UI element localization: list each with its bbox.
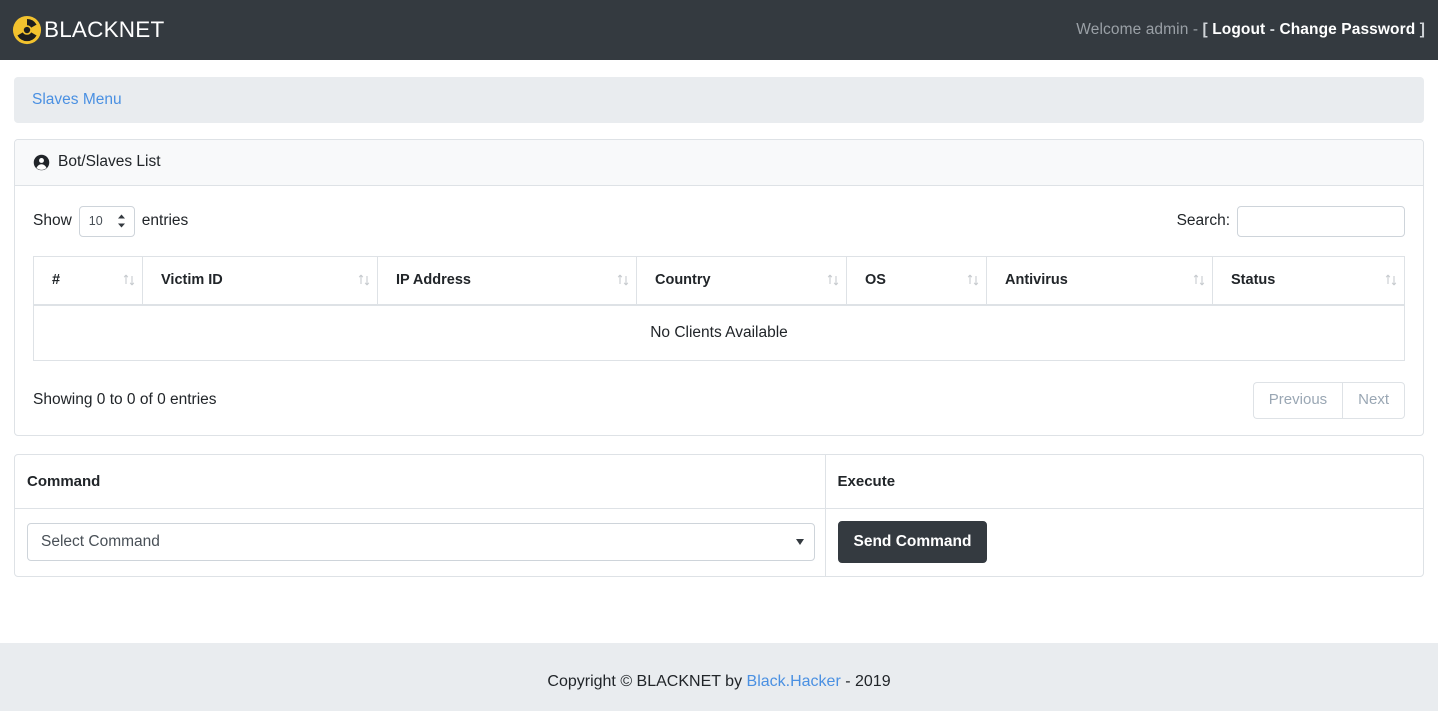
change-password-link[interactable]: Change Password — [1279, 21, 1415, 38]
sort-icon — [123, 273, 135, 287]
breadcrumb: Slaves Menu — [14, 77, 1424, 123]
column-label: IP Address — [396, 272, 471, 289]
pagination-next-button[interactable]: Next — [1342, 381, 1405, 419]
entries-length-value: 10 — [88, 214, 103, 228]
welcome-text: Welcome admin — [1076, 21, 1189, 38]
entries-length-select[interactable]: 10 — [78, 205, 135, 237]
command-select-cell: Select Command — [15, 508, 826, 577]
entries-label: entries — [141, 212, 189, 229]
command-card: Command Execute Select Command Send Comm… — [14, 453, 1424, 578]
bot-slaves-card: Bot/Slaves List Show 10 entries Search: … — [14, 139, 1424, 436]
execute-column-header: Execute — [825, 454, 1423, 509]
column-label: OS — [865, 272, 886, 289]
chevron-down-icon — [796, 539, 804, 546]
footer-copyright-text: Copyright © BLACKNET by — [547, 672, 743, 690]
updown-chevron-icon — [117, 214, 126, 229]
column-label: # — [52, 272, 61, 289]
sort-icon — [967, 273, 979, 287]
sort-icon — [827, 273, 839, 287]
column-header-antivirus[interactable]: Antivirus — [986, 256, 1213, 306]
command-column-header: Command — [15, 454, 826, 509]
brand-logo-link[interactable]: BLACKNET — [12, 15, 164, 45]
bot-slaves-card-header: Bot/Slaves List — [15, 140, 1423, 186]
datatable-info: Showing 0 to 0 of 0 entries — [33, 391, 217, 408]
entries-length-control: Show 10 entries — [33, 205, 189, 237]
navbar-user-area: Welcome admin - [ Logout - Change Passwo… — [1076, 21, 1425, 39]
column-label: Country — [655, 272, 711, 289]
command-table-head: Command Execute — [15, 454, 1423, 509]
command-select-value: Select Command — [41, 533, 160, 551]
user-circle-icon — [33, 154, 50, 171]
search-label: Search: — [1176, 212, 1230, 229]
command-table: Command Execute Select Command Send Comm… — [15, 454, 1423, 577]
sort-icon — [1385, 273, 1397, 287]
column-header-os[interactable]: OS — [846, 256, 987, 306]
show-label: Show — [33, 212, 72, 229]
datatable-footer: Showing 0 to 0 of 0 entries Previous Nex… — [33, 381, 1405, 419]
top-navbar: BLACKNET Welcome admin - [ Logout - Chan… — [0, 0, 1438, 60]
search-control: Search: — [1176, 205, 1405, 237]
bot-slaves-table: # Victim ID IP Address Country OS Antivi… — [33, 256, 1405, 361]
nav-inner-dash: - — [1269, 21, 1276, 38]
execute-cell: Send Command — [825, 509, 1423, 577]
sort-icon — [358, 273, 370, 287]
column-header-index[interactable]: # — [33, 256, 143, 306]
breadcrumb-item-slaves-menu[interactable]: Slaves Menu — [32, 91, 122, 109]
sort-icon — [1193, 273, 1205, 287]
table-body: No Clients Available — [33, 304, 1405, 361]
column-header-country[interactable]: Country — [636, 256, 847, 306]
footer-year: - 2019 — [845, 672, 891, 690]
command-header-row: Command Execute — [15, 454, 1423, 509]
nav-bracket-close: ] — [1419, 21, 1425, 38]
column-label: Victim ID — [161, 272, 223, 289]
column-header-status[interactable]: Status — [1212, 256, 1405, 306]
command-select[interactable]: Select Command — [27, 523, 815, 562]
page-footer: Copyright © BLACKNET by Black.Hacker - 2… — [0, 643, 1438, 711]
footer-spacer — [0, 577, 1438, 644]
nav-dash: - — [1192, 21, 1199, 38]
datatable-controls: Show 10 entries Search: — [33, 200, 1405, 242]
footer-author-link[interactable]: Black.Hacker — [747, 673, 841, 691]
column-label: Antivirus — [1005, 272, 1068, 289]
radiation-icon — [12, 15, 42, 45]
bot-slaves-card-body: Show 10 entries Search: # Victim ID IP A… — [15, 186, 1423, 435]
empty-message-cell: No Clients Available — [33, 304, 1405, 361]
table-head: # Victim ID IP Address Country OS Antivi… — [33, 256, 1405, 306]
command-table-body: Select Command Send Command — [15, 508, 1423, 577]
pagination: Previous Next — [1252, 381, 1405, 419]
bot-slaves-card-title: Bot/Slaves List — [58, 153, 161, 170]
column-label: Status — [1231, 272, 1276, 289]
table-header-row: # Victim ID IP Address Country OS Antivi… — [33, 256, 1405, 306]
column-header-ip-address[interactable]: IP Address — [377, 256, 637, 306]
logout-link[interactable]: Logout — [1212, 21, 1265, 38]
table-row-empty: No Clients Available — [33, 304, 1405, 361]
pagination-previous-button[interactable]: Previous — [1252, 381, 1343, 419]
sort-icon — [617, 273, 629, 287]
search-input[interactable] — [1237, 205, 1405, 237]
brand-title: BLACKNET — [44, 16, 165, 42]
command-row: Select Command Send Command — [15, 508, 1423, 577]
nav-bracket-open: [ — [1202, 21, 1208, 38]
breadcrumb-wrapper: Slaves Menu — [0, 60, 1438, 123]
send-command-button[interactable]: Send Command — [837, 521, 988, 564]
column-header-victim-id[interactable]: Victim ID — [142, 256, 378, 306]
main-container: Bot/Slaves List Show 10 entries Search: … — [0, 139, 1438, 578]
